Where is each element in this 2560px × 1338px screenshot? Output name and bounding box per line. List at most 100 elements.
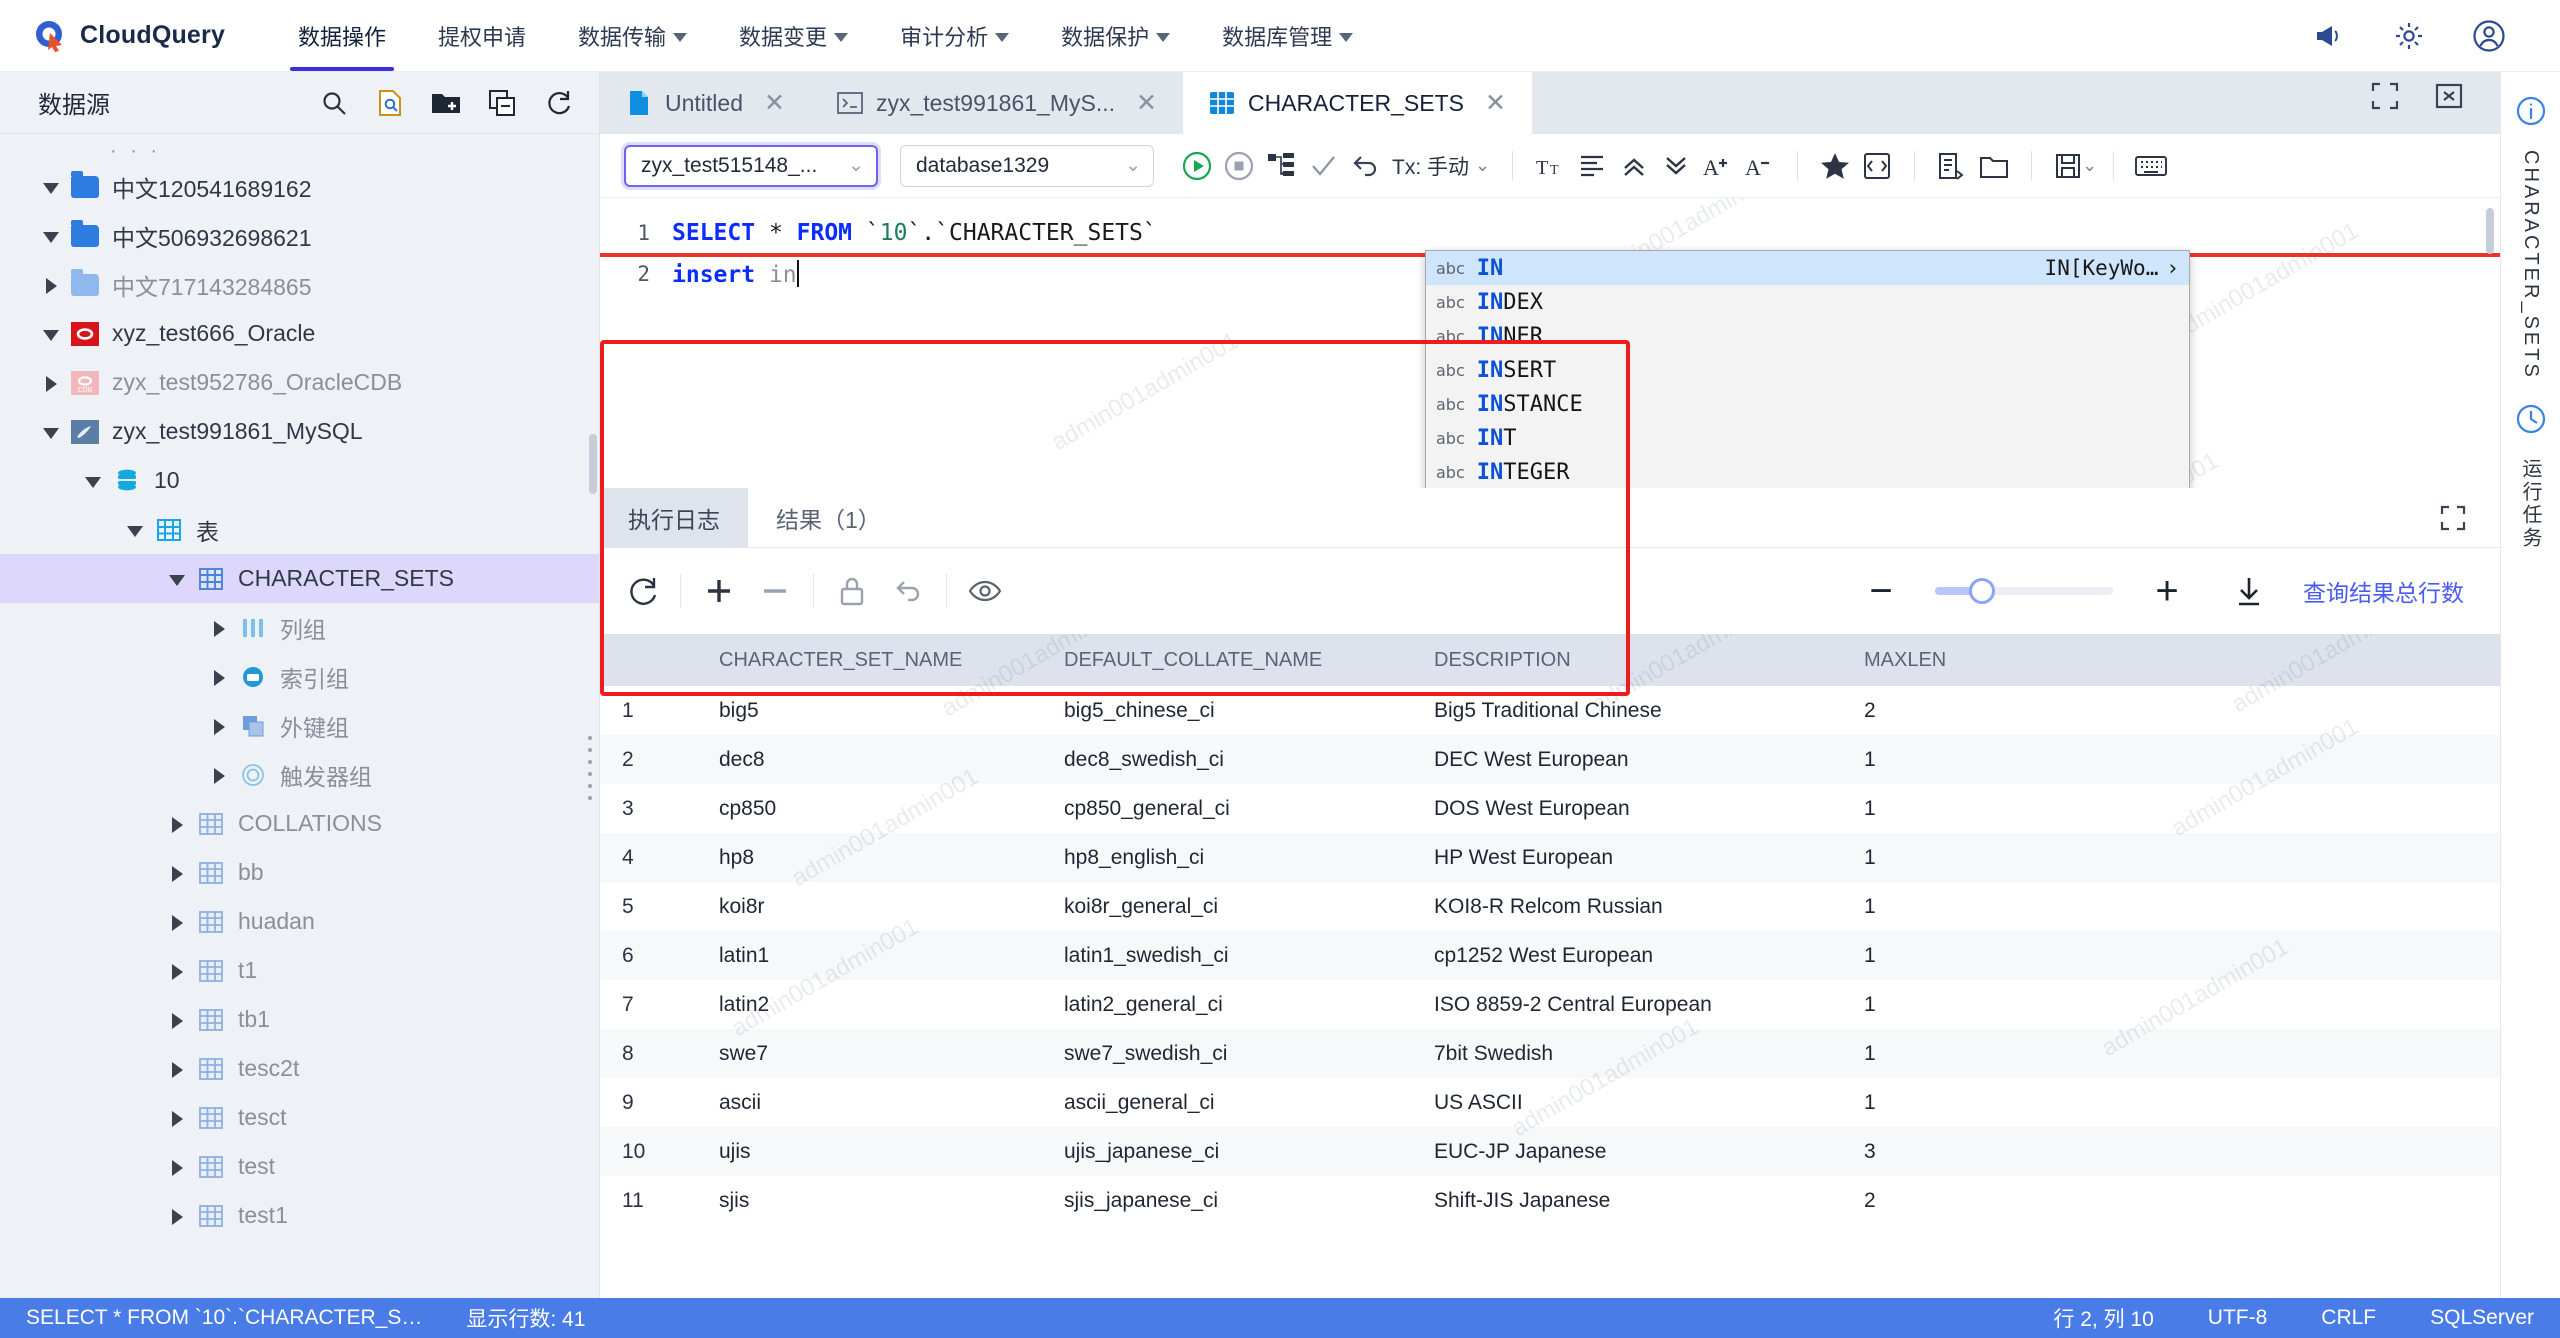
- cell-maxlen[interactable]: 1: [1845, 796, 2190, 822]
- brand[interactable]: CloudQuery: [0, 19, 250, 53]
- tree-node-table-collations[interactable]: COLLATIONS: [0, 799, 599, 848]
- tree-node-folder-1[interactable]: 中文120541689162: [0, 162, 599, 211]
- nav-item-data-protection[interactable]: 数据保护: [1035, 0, 1196, 71]
- tab-character-sets[interactable]: CHARACTER_SETS ✕: [1183, 72, 1532, 134]
- cell-default-collate-name[interactable]: dec8_swedish_ci: [1045, 747, 1415, 773]
- refresh-icon[interactable]: [614, 563, 670, 619]
- tree-node-trigger-group[interactable]: 触发器组: [0, 750, 599, 799]
- database-select[interactable]: database1329 ⌄: [900, 145, 1154, 187]
- sidebar-scrollbar[interactable]: [589, 434, 597, 494]
- table-row[interactable]: 5 koi8r koi8r_general_ci KOI8-R Relcom R…: [600, 882, 2500, 931]
- cell-description[interactable]: US ASCII: [1415, 1090, 1845, 1116]
- tree-node-foreign-key-group[interactable]: 外键组: [0, 701, 599, 750]
- table-row[interactable]: 9 ascii ascii_general_ci US ASCII 1: [600, 1078, 2500, 1127]
- chevron-right-icon[interactable]: [206, 615, 232, 641]
- cell-character-set-name[interactable]: latin2: [700, 992, 1045, 1018]
- table-row[interactable]: 4 hp8 hp8_english_ci HP West European 1: [600, 833, 2500, 882]
- nav-item-privilege-request[interactable]: 提权申请: [412, 0, 552, 71]
- table-row[interactable]: 11 sjis sjis_japanese_ci Shift-JIS Japan…: [600, 1176, 2500, 1225]
- tab-untitled[interactable]: Untitled ✕: [600, 72, 811, 134]
- nav-item-audit-analysis[interactable]: 审计分析: [874, 0, 1035, 71]
- favorite-icon[interactable]: [1814, 145, 1856, 187]
- autocomplete-item-int[interactable]: abc IN T: [1426, 421, 2189, 455]
- rail-label-running-tasks[interactable]: 运行任务: [2516, 458, 2545, 550]
- chevron-down-icon[interactable]: [38, 223, 64, 249]
- chevron-down-icon[interactable]: [38, 419, 64, 445]
- cell-maxlen[interactable]: 3: [1845, 1139, 2190, 1165]
- lock-icon[interactable]: [824, 563, 880, 619]
- close-icon[interactable]: ✕: [1136, 88, 1157, 118]
- status-line-ending[interactable]: CRLF: [2321, 1306, 2376, 1330]
- tree-node-mysql-ds[interactable]: zyx_test991861_MySQL: [0, 407, 599, 456]
- chevron-down-icon[interactable]: [38, 321, 64, 347]
- cell-default-collate-name[interactable]: swe7_swedish_ci: [1045, 1041, 1415, 1067]
- decrease-font-icon[interactable]: A: [1739, 145, 1781, 187]
- cell-default-collate-name[interactable]: koi8r_general_ci: [1045, 894, 1415, 920]
- status-encoding[interactable]: UTF-8: [2208, 1306, 2268, 1330]
- rollback-icon[interactable]: [1344, 145, 1386, 187]
- font-size-icon[interactable]: TT: [1529, 145, 1571, 187]
- cell-maxlen[interactable]: 1: [1845, 1090, 2190, 1116]
- chevron-right-icon[interactable]: [164, 958, 190, 984]
- tree-node-folder-2[interactable]: 中文506932698621: [0, 211, 599, 260]
- zoom-out-button[interactable]: −: [1853, 563, 1909, 619]
- zoom-slider[interactable]: [1935, 587, 2113, 595]
- expand-results-icon[interactable]: [2436, 501, 2470, 535]
- cell-description[interactable]: DEC West European: [1415, 747, 1845, 773]
- chevron-right-icon[interactable]: [38, 370, 64, 396]
- cell-default-collate-name[interactable]: ascii_general_ci: [1045, 1090, 1415, 1116]
- tree-node-table-test[interactable]: test: [0, 1142, 599, 1191]
- cell-maxlen[interactable]: 1: [1845, 747, 2190, 773]
- nav-item-data-change[interactable]: 数据变更: [713, 0, 874, 71]
- info-icon[interactable]: [2508, 88, 2554, 134]
- tree-node-tables-group[interactable]: 表: [0, 505, 599, 554]
- cell-character-set-name[interactable]: hp8: [700, 845, 1045, 871]
- tree-node-columns-group[interactable]: 列组: [0, 603, 599, 652]
- cell-description[interactable]: EUC-JP Japanese: [1415, 1139, 1845, 1165]
- status-dialect[interactable]: SQLServer: [2430, 1306, 2534, 1330]
- tree-node-index-group[interactable]: 索引组: [0, 652, 599, 701]
- cell-character-set-name[interactable]: dec8: [700, 747, 1045, 773]
- chevron-right-icon[interactable]: [164, 860, 190, 886]
- tree-node-table-t1[interactable]: t1: [0, 946, 599, 995]
- tree-node-table-test1[interactable]: test1: [0, 1191, 599, 1240]
- column-header-default-collate-name[interactable]: DEFAULT_COLLATE_NAME: [1045, 647, 1415, 673]
- tab-execution-log[interactable]: 执行日志: [600, 488, 748, 547]
- tree-node-table-huadan[interactable]: huadan: [0, 897, 599, 946]
- cell-default-collate-name[interactable]: big5_chinese_ci: [1045, 698, 1415, 724]
- cell-default-collate-name[interactable]: hp8_english_ci: [1045, 845, 1415, 871]
- autocomplete-item-index[interactable]: abc IN DEX: [1426, 285, 2189, 319]
- chevron-down-icon[interactable]: [38, 174, 64, 200]
- column-header-maxlen[interactable]: MAXLEN: [1845, 647, 2190, 673]
- tab-results[interactable]: 结果（1）: [748, 488, 909, 547]
- stop-icon[interactable]: [1218, 145, 1260, 187]
- cell-description[interactable]: cp1252 West European: [1415, 943, 1845, 969]
- download-icon[interactable]: [2221, 563, 2277, 619]
- result-grid[interactable]: admin001admin001 admin001admin001 admin0…: [600, 634, 2500, 1298]
- new-folder-icon[interactable]: [431, 88, 461, 118]
- chevron-right-icon[interactable]: [164, 1154, 190, 1180]
- close-icon[interactable]: ✕: [764, 88, 785, 118]
- chevron-right-icon[interactable]: [164, 1105, 190, 1131]
- keyboard-icon[interactable]: [2130, 145, 2172, 187]
- nav-item-data-transfer[interactable]: 数据传输: [552, 0, 713, 71]
- close-panel-icon[interactable]: [2432, 79, 2466, 113]
- cell-character-set-name[interactable]: latin1: [700, 943, 1045, 969]
- autocomplete-item-inner[interactable]: abc IN NER: [1426, 319, 2189, 353]
- chevron-right-icon[interactable]: [206, 664, 232, 690]
- tree-node-table-tesct[interactable]: tesct: [0, 1093, 599, 1142]
- collapse-up-icon[interactable]: [1613, 145, 1655, 187]
- chevron-right-icon[interactable]: [164, 909, 190, 935]
- cell-default-collate-name[interactable]: latin1_swedish_ci: [1045, 943, 1415, 969]
- chevron-down-icon[interactable]: [122, 517, 148, 543]
- tree-node-oracle-ds[interactable]: xyz_test666_Oracle: [0, 309, 599, 358]
- tree-node-table-character-sets[interactable]: CHARACTER_SETS: [0, 554, 599, 603]
- tree-node-table-bb[interactable]: bb: [0, 848, 599, 897]
- tab-zyx-test991861-mysql[interactable]: zyx_test991861_MyS... ✕: [811, 72, 1183, 134]
- cell-character-set-name[interactable]: big5: [700, 698, 1045, 724]
- explain-plan-icon[interactable]: [1260, 145, 1302, 187]
- add-row-icon[interactable]: [691, 563, 747, 619]
- cell-maxlen[interactable]: 2: [1845, 698, 2190, 724]
- cell-character-set-name[interactable]: sjis: [700, 1188, 1045, 1214]
- collapse-all-icon[interactable]: [487, 88, 517, 118]
